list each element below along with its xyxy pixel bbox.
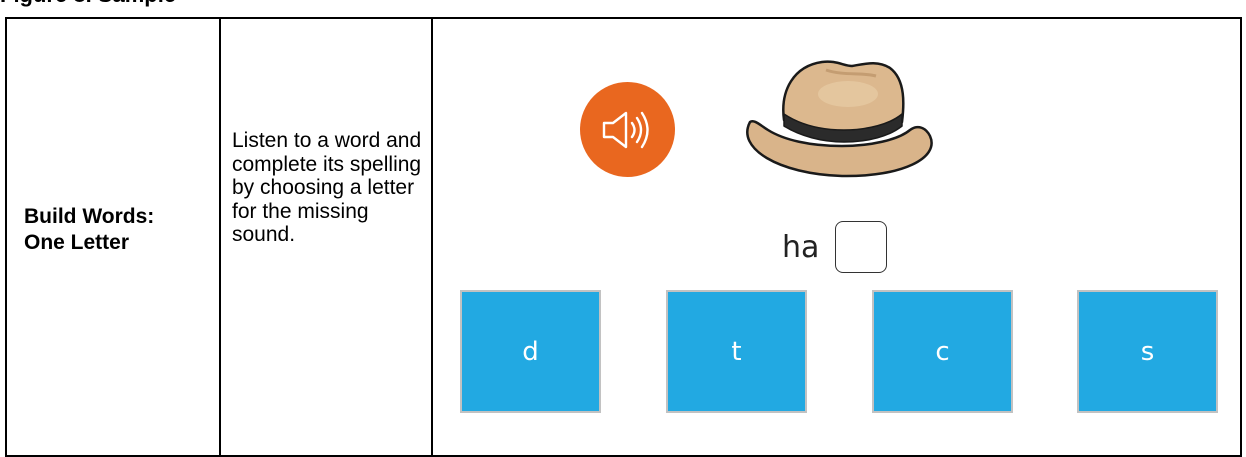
letter-choice-t[interactable]: t xyxy=(666,290,807,413)
column-divider-1 xyxy=(219,17,221,457)
letter-choice-c[interactable]: c xyxy=(872,290,1013,413)
hat-icon xyxy=(746,60,933,178)
activity-title-line-2: One Letter xyxy=(24,231,130,254)
activity-title-line-1: Build Words: xyxy=(24,205,155,228)
activity-title-cell: Build Words: One Letter xyxy=(24,204,214,256)
missing-letter-box[interactable] xyxy=(835,221,887,273)
play-audio-button[interactable] xyxy=(580,82,675,177)
figure-caption: Figure 8. Sample xyxy=(0,0,176,8)
column-divider-2 xyxy=(431,17,433,457)
activity-description: Listen to a word and complete its spelli… xyxy=(232,129,422,246)
speaker-icon xyxy=(602,111,649,148)
word-prefix: ha xyxy=(782,230,820,265)
letter-choice-s[interactable]: s xyxy=(1077,290,1218,413)
letter-choice-d[interactable]: d xyxy=(460,290,601,413)
